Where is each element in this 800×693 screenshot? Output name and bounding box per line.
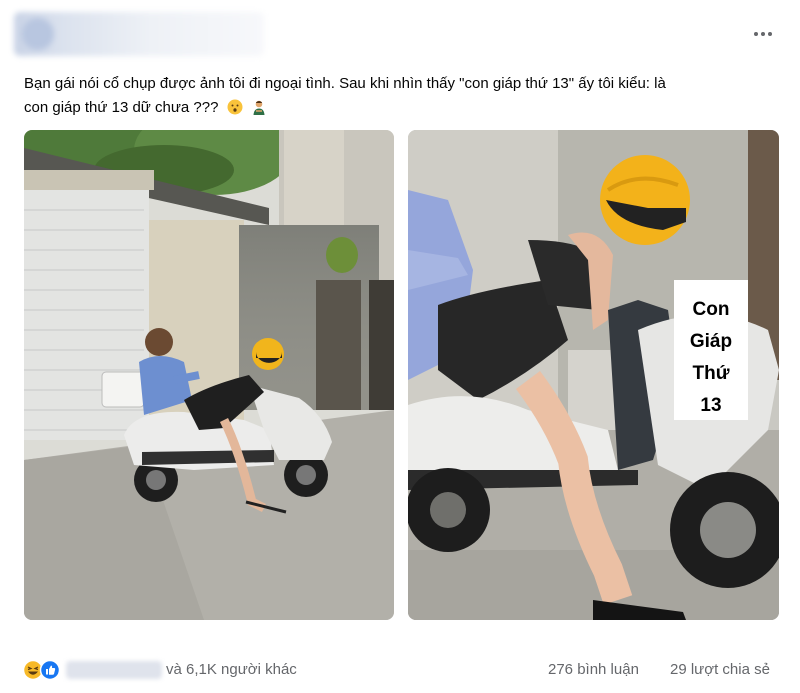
like-reaction-icon <box>39 659 61 681</box>
facebook-post: Bạn gái nói cổ chụp được ảnh tôi đi ngoạ… <box>0 0 800 693</box>
more-options-button[interactable] <box>748 22 778 46</box>
blurred-reactor-names <box>66 661 162 679</box>
post-header <box>0 0 800 64</box>
reaction-others-text[interactable]: và 6,1K người khác <box>166 661 297 678</box>
scooter-scene-image <box>24 130 394 620</box>
overlay-label-line-1: Con <box>693 299 730 320</box>
caption-line-2: con giáp thứ 13 dữ chưa ??? <box>24 99 219 116</box>
overlay-label-line-4: 13 <box>700 395 721 416</box>
overlay-label-line-3: Thứ <box>693 363 730 384</box>
haha-reaction-icon <box>22 659 44 681</box>
post-footer: và 6,1K người khác 276 bình luận 29 lượt… <box>0 650 800 690</box>
reactions-summary[interactable] <box>22 659 66 681</box>
hushed-face-emoji <box>227 99 243 115</box>
blurred-author-info <box>14 12 264 56</box>
blurred-avatar <box>22 18 54 50</box>
scooter-closeup-image: Con Giáp Thứ 13 <box>408 130 779 620</box>
caption-line-1: Bạn gái nói cổ chụp được ảnh tôi đi ngoạ… <box>24 75 666 92</box>
comments-count[interactable]: 276 bình luận <box>548 661 639 678</box>
shares-count[interactable]: 29 lượt chia sẻ <box>670 661 770 678</box>
post-photo-left[interactable] <box>24 130 394 620</box>
post-caption: Bạn gái nói cổ chụp được ảnh tôi đi ngoạ… <box>24 72 764 120</box>
post-photo-right[interactable]: Con Giáp Thứ 13 <box>408 130 779 620</box>
man-gesturing-emoji <box>253 100 265 115</box>
more-horizontal-icon <box>754 32 758 36</box>
overlay-label-line-2: Giáp <box>690 331 732 352</box>
